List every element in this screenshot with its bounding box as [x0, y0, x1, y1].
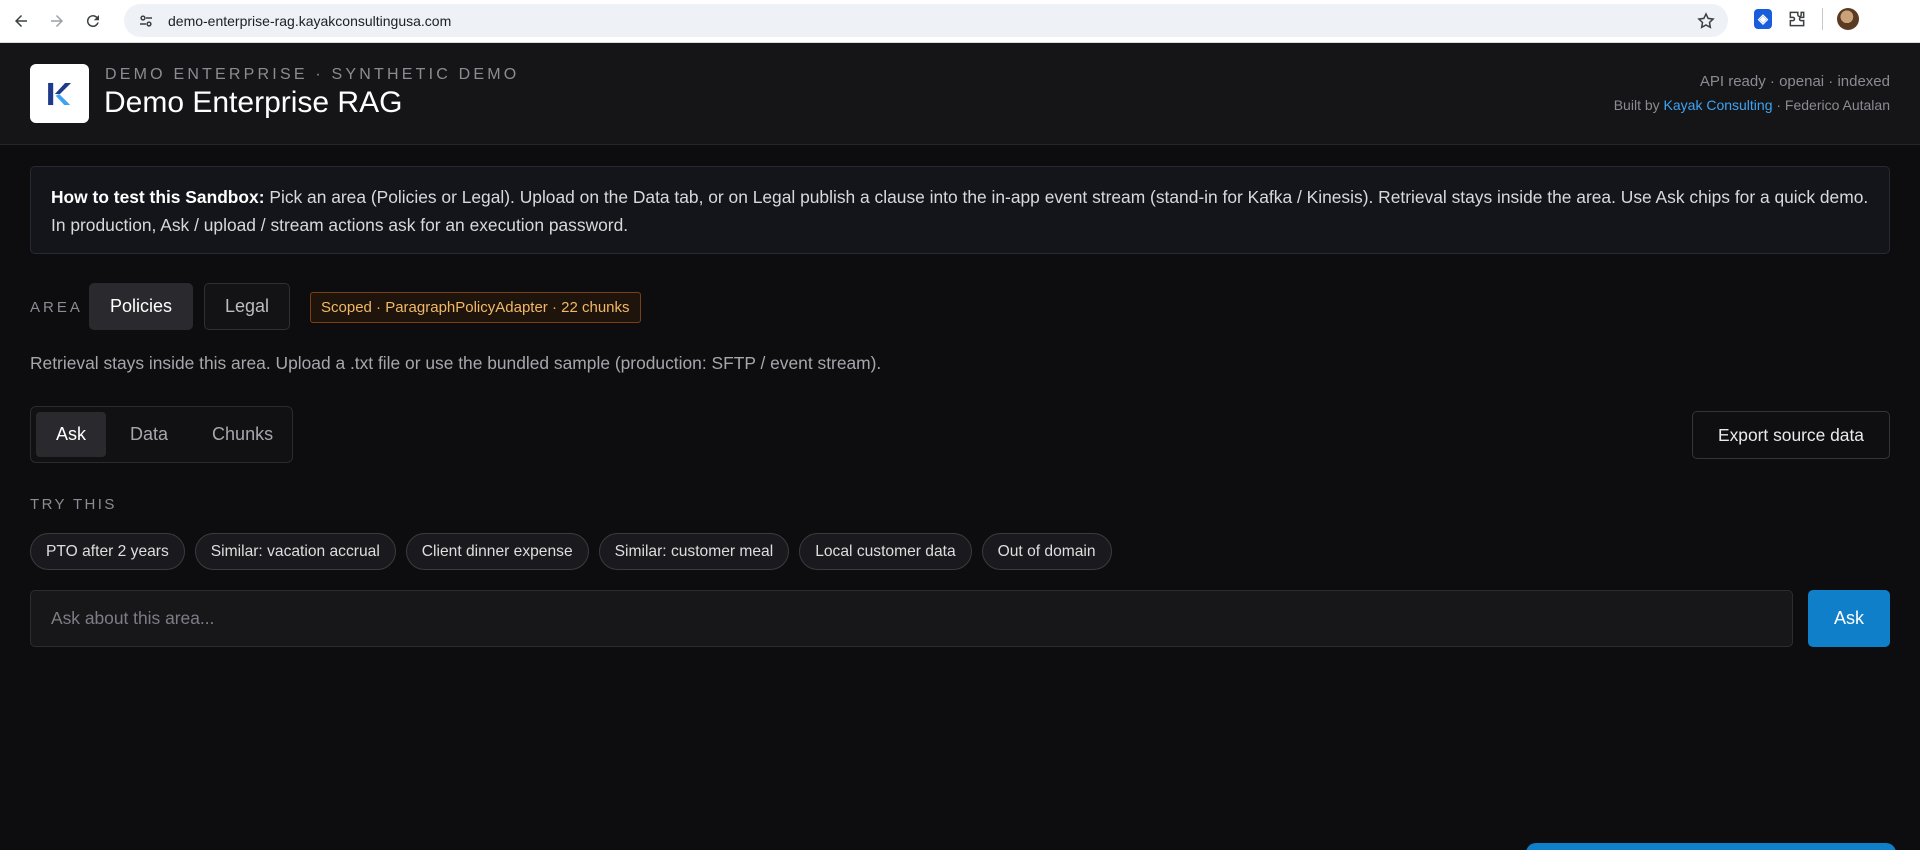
bitwarden-icon[interactable]: ◈: [1754, 9, 1772, 29]
chip-local-customer-data[interactable]: Local customer data: [799, 533, 972, 570]
toolbar-divider: [1822, 8, 1823, 30]
area-policies-button[interactable]: Policies: [89, 283, 193, 330]
url-text: demo-enterprise-rag.kayakconsultingusa.c…: [168, 12, 452, 29]
reload-icon[interactable]: [78, 6, 108, 36]
try-this-label: TRY THIS: [30, 496, 117, 513]
browser-toolbar: demo-enterprise-rag.kayakconsultingusa.c…: [0, 0, 1920, 43]
tab-ask[interactable]: Ask: [36, 412, 107, 457]
area-hint: Retrieval stays inside this area. Upload…: [30, 353, 882, 373]
instructions-text: Pick an area (Policies or Legal). Upload…: [51, 187, 1869, 235]
profile-avatar[interactable]: [1837, 8, 1859, 30]
scope-badge: Scoped · ParagraphPolicyAdapter · 22 chu…: [310, 292, 641, 323]
address-bar[interactable]: demo-enterprise-rag.kayakconsultingusa.c…: [124, 4, 1728, 37]
kayak-logo: [30, 64, 89, 123]
bookmark-star-icon[interactable]: [1696, 11, 1716, 31]
brand-eyebrow: DEMO ENTERPRISE · SYNTHETIC DEMO: [105, 66, 520, 83]
tab-group: Ask Data Chunks: [30, 406, 293, 463]
sandbox-instructions: How to test this Sandbox: Pick an area (…: [30, 166, 1890, 254]
tab-data[interactable]: Data: [110, 412, 188, 457]
floating-element-edge: [1526, 843, 1896, 850]
app-header: DEMO ENTERPRISE · SYNTHETIC DEMO Demo En…: [0, 43, 1920, 145]
ask-input[interactable]: [30, 590, 1793, 647]
ask-button[interactable]: Ask: [1808, 590, 1890, 647]
credit-line: Built by Kayak Consulting · Federico Aut…: [1614, 97, 1890, 113]
suggestion-chips: PTO after 2 years Similar: vacation accr…: [30, 533, 1112, 570]
area-legal-button[interactable]: Legal: [204, 283, 290, 330]
instructions-heading: How to test this Sandbox:: [51, 187, 265, 207]
extension-area: ◈: [1754, 8, 1859, 30]
site-info-icon[interactable]: [136, 11, 156, 31]
export-source-data-button[interactable]: Export source data: [1692, 411, 1890, 459]
forward-arrow-icon[interactable]: [42, 6, 72, 36]
api-status: API ready · openai · indexed: [1699, 73, 1890, 90]
credit-prefix: Built by: [1613, 97, 1664, 113]
kayak-consulting-link[interactable]: Kayak Consulting: [1664, 97, 1773, 113]
tab-chunks[interactable]: Chunks: [192, 412, 293, 457]
page-title: Demo Enterprise RAG: [104, 86, 403, 119]
chip-client-dinner-expense[interactable]: Client dinner expense: [405, 533, 589, 570]
credit-suffix: · Federico Autalan: [1772, 97, 1890, 113]
back-arrow-icon[interactable]: [6, 6, 36, 36]
extensions-icon[interactable]: [1786, 8, 1808, 30]
chip-out-of-domain[interactable]: Out of domain: [981, 533, 1112, 570]
chip-pto-after-2-years[interactable]: PTO after 2 years: [30, 533, 185, 570]
chip-vacation-accrual[interactable]: Similar: vacation accrual: [194, 533, 396, 570]
chip-customer-meal[interactable]: Similar: customer meal: [598, 533, 790, 570]
area-label: AREA: [30, 299, 83, 316]
